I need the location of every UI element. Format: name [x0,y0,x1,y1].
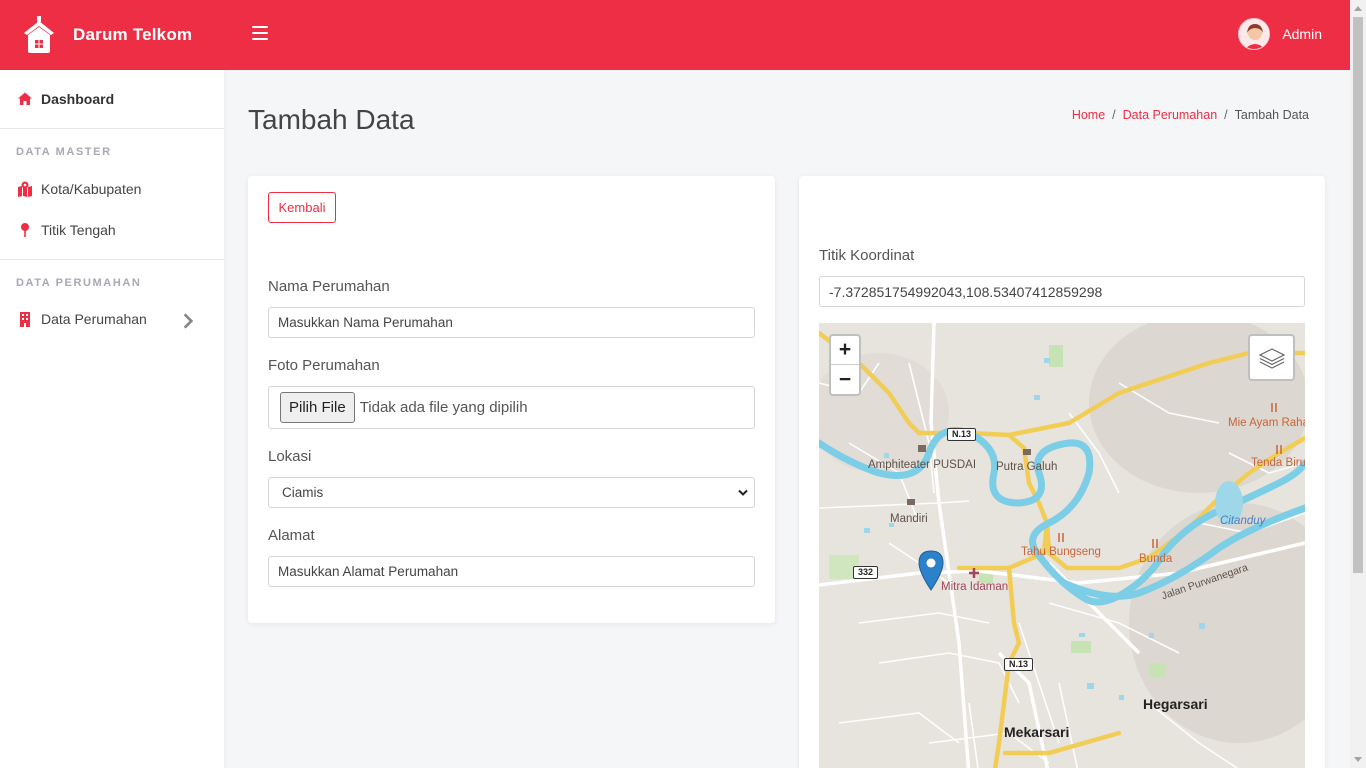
alamat-label: Alamat [268,527,315,544]
map-label: Mitra Idaman [941,581,1009,593]
foto-file-input[interactable]: Pilih File Tidak ada file yang dipilih [268,386,755,429]
scroll-up-arrow-icon[interactable] [1354,6,1362,11]
user-name: Admin [1282,26,1322,42]
map-label: Citanduy [1220,515,1266,527]
user-menu[interactable]: Admin [1238,18,1322,50]
route-shield: N.13 [1004,658,1034,671]
sidebar: Dashboard DATA MASTER Kota/Kabupaten Tit… [0,70,224,768]
map-view[interactable]: N.13 332 N.13 Amphiteater PUSDAI Putra G… [819,323,1305,768]
chevron-right-icon [183,313,194,329]
map-label: Bunda [1139,553,1173,565]
sidebar-item-data-perumahan[interactable]: Data Perumahan [0,301,224,337]
back-button[interactable]: Kembali [268,192,336,223]
sidebar-item-label: Dashboard [41,91,115,107]
file-status-text: Tidak ada file yang dipilih [359,399,528,416]
foto-perumahan-label: Foto Perumahan [268,357,380,374]
top-navbar: Darum Telkom Admin [0,0,1350,70]
map-label: Mekarsari [1004,724,1070,740]
route-shield: N.13 [947,428,977,441]
section-heading-data-master: DATA MASTER [16,146,112,158]
scroll-thumb[interactable] [1353,17,1363,573]
sidebar-item-label: Titik Tengah [41,222,116,238]
map-card: Titik Koordinat -7.372851754992043,108.5… [799,176,1325,768]
building-icon [20,312,30,327]
scroll-down-arrow-icon[interactable] [1354,757,1362,762]
map-marked-icon [18,181,32,197]
map-pin-icon [21,223,29,237]
breadcrumb-current: Tambah Data [1234,108,1309,122]
lokasi-selected-value: Ciamis [282,485,324,500]
location-marker-icon[interactable] [918,550,944,591]
sidebar-item-titik-tengah[interactable]: Titik Tengah [0,212,224,248]
breadcrumb-separator: / [1224,108,1228,122]
divider [0,128,224,129]
nama-perumahan-input[interactable]: Masukkan Nama Perumahan [268,307,755,338]
map-label: Mie Ayam Raha [1228,417,1305,429]
sidebar-item-kota-kabupaten[interactable]: Kota/Kabupaten [0,171,224,207]
home-icon [18,92,32,105]
sidebar-item-dashboard[interactable]: Dashboard [0,81,224,117]
map-label: Mandiri [890,513,928,525]
breadcrumb-separator: / [1112,108,1116,122]
map-label: Tenda Biru [1251,457,1305,469]
section-heading-data-perumahan: DATA PERUMAHAN [16,277,142,289]
sidebar-item-label: Data Perumahan [41,311,147,327]
map-label: Tahu Bungseng [1021,546,1101,558]
breadcrumb-home[interactable]: Home [1072,108,1105,122]
divider [0,259,224,260]
breadcrumb: Home / Data Perumahan / Tambah Data [1072,108,1309,122]
map-label: Amphiteater PUSDAI [868,459,977,471]
titik-koordinat-label: Titik Koordinat [819,247,915,264]
lokasi-label: Lokasi [268,448,312,465]
alamat-input[interactable]: Masukkan Alamat Perumahan [268,556,755,587]
avatar [1238,18,1271,50]
map-label: Hegarsari [1143,696,1208,712]
zoom-out-button[interactable]: − [831,365,859,394]
layers-icon [1258,347,1285,369]
lokasi-select[interactable]: Ciamis [268,477,755,508]
sidebar-item-label: Kota/Kabupaten [41,181,142,197]
breadcrumb-data-perumahan[interactable]: Data Perumahan [1123,108,1218,122]
hamburger-menu-icon[interactable] [252,26,268,40]
layers-control-button[interactable] [1248,334,1295,381]
nama-perumahan-label: Nama Perumahan [268,278,390,295]
brand[interactable]: Darum Telkom [22,16,192,54]
choose-file-button[interactable]: Pilih File [280,392,355,423]
house-logo-icon [24,16,54,53]
form-card: Kembali Nama Perumahan Masukkan Nama Per… [248,176,775,623]
map-label: Putra Galuh [996,461,1058,473]
brand-name: Darum Telkom [73,25,193,44]
zoom-in-button[interactable]: + [831,336,859,365]
page-title: Tambah Data [248,104,415,135]
page-scrollbar[interactable] [1350,0,1366,768]
coordinate-input[interactable]: -7.372851754992043,108.53407412859298 [819,276,1305,307]
zoom-control: + − [829,334,861,396]
route-shield: 332 [853,566,879,579]
chevron-down-icon [738,489,748,496]
